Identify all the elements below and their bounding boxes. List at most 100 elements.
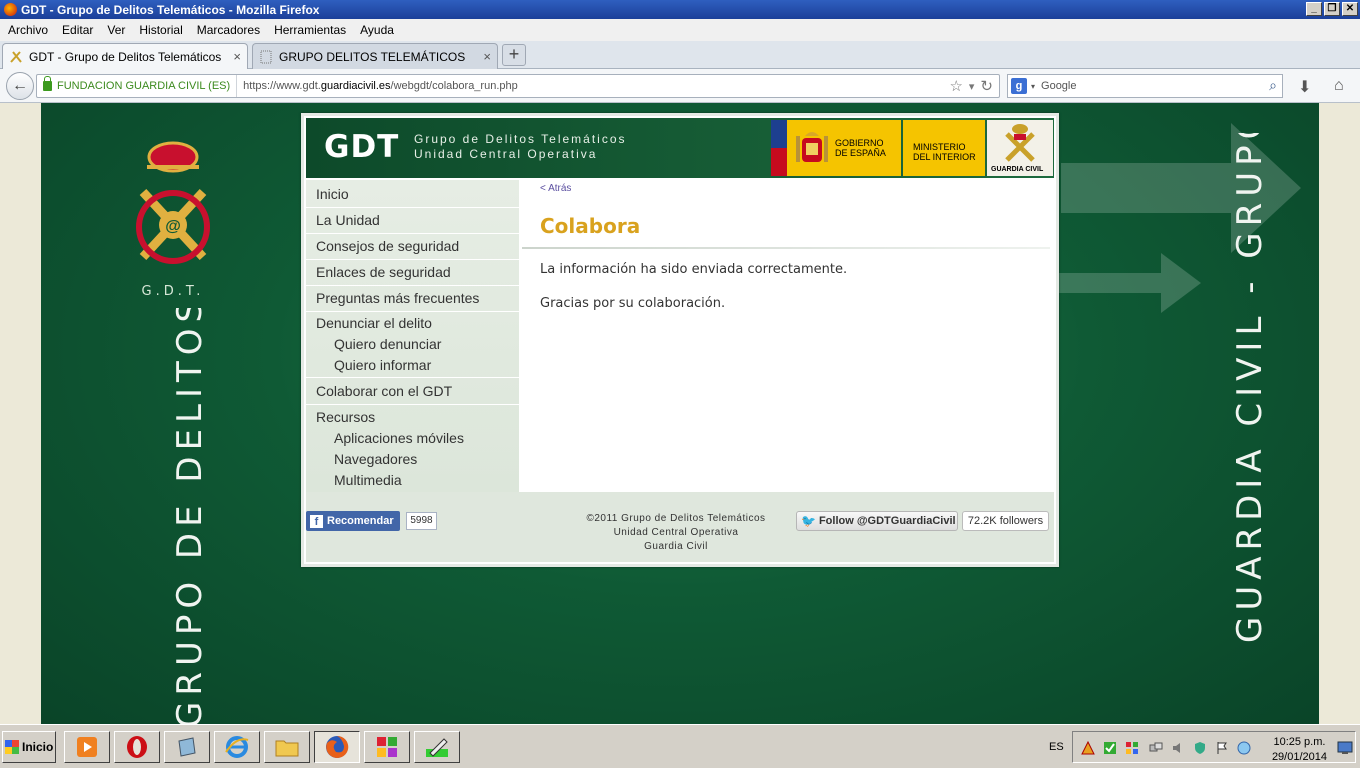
menu-item-quiero-denunciar[interactable]: Quiero denunciar xyxy=(306,334,519,355)
menu-item-multimedia[interactable]: Multimedia xyxy=(306,470,519,491)
taskbar-editor[interactable] xyxy=(414,731,460,763)
show-desktop-icon[interactable] xyxy=(1337,741,1353,755)
restore-button[interactable]: ❐ xyxy=(1324,2,1340,16)
menu-bar: Archivo Editar Ver Historial Marcadores … xyxy=(0,19,1360,41)
firefox-icon xyxy=(4,3,17,16)
engine-dropdown-icon[interactable]: ▾ xyxy=(1031,82,1035,91)
menu-ayuda[interactable]: Ayuda xyxy=(360,23,394,37)
network-icon[interactable] xyxy=(1149,741,1163,755)
navigation-bar: ← FUNDACION GUARDIA CIVIL (ES) https://w… xyxy=(0,69,1360,103)
twitter-follow-label: Follow @GDTGuardiaCivil xyxy=(818,515,956,527)
menu-item-aplicaciones[interactable]: Aplicaciones móviles xyxy=(306,428,519,449)
gobierno-line2: DE ESPAÑA xyxy=(835,148,886,158)
system-tray: 10:25 p.m. 29/01/2014 xyxy=(1072,731,1356,763)
window-title: GDT - Grupo de Delitos Telemáticos - Moz… xyxy=(21,2,320,17)
taskbar-internet-explorer[interactable] xyxy=(214,731,260,763)
menu-marcadores[interactable]: Marcadores xyxy=(197,23,260,37)
url-bar[interactable]: FUNDACION GUARDIA CIVIL (ES) https://www… xyxy=(36,74,1000,98)
search-placeholder: Google xyxy=(1041,80,1077,92)
menu-item-denunciar[interactable]: Denunciar el delito xyxy=(306,313,519,334)
blank-page-icon xyxy=(260,50,272,63)
site-identity[interactable]: FUNDACION GUARDIA CIVIL (ES) xyxy=(37,75,238,97)
search-bar[interactable]: g ▾ Google ⌕ xyxy=(1007,74,1283,98)
twitter-followers-count[interactable]: 72.2K followers xyxy=(962,511,1049,531)
google-engine-icon[interactable]: g xyxy=(1011,78,1027,94)
back-arrow-icon: ← xyxy=(12,77,28,94)
minimize-button[interactable]: _ xyxy=(1306,2,1322,16)
menu-item-enlaces[interactable]: Enlaces de seguridad xyxy=(306,260,519,286)
home-icon[interactable]: ⌂ xyxy=(1334,77,1344,95)
header-subtitle: Grupo de Delitos Telemáticos Unidad Cent… xyxy=(414,132,627,162)
taskbar-opera[interactable] xyxy=(114,731,160,763)
guardia-civil-logo[interactable]: GUARDIA CIVIL xyxy=(987,120,1053,176)
update-icon[interactable] xyxy=(1103,741,1117,755)
security-shield-icon[interactable] xyxy=(1193,741,1207,755)
app-tray-icon[interactable] xyxy=(1125,741,1139,755)
menu-item-consejos[interactable]: Consejos de seguridad xyxy=(306,234,519,260)
site-header: GDT Grupo de Delitos Telemáticos Unidad … xyxy=(306,118,1054,178)
gdt-emblem-label: G.D.T. xyxy=(142,284,205,297)
menu-editar[interactable]: Editar xyxy=(62,23,93,37)
gdt-logo[interactable]: GDT xyxy=(324,129,399,165)
copyright-line2: Unidad Central Operativa xyxy=(613,527,739,538)
volume-icon[interactable] xyxy=(1171,741,1185,755)
tab-label: GDT - Grupo de Delitos Telemáticos xyxy=(29,49,222,64)
tab-gdt[interactable]: GDT - Grupo de Delitos Telemáticos × xyxy=(2,43,248,69)
menu-item-colaborar[interactable]: Colaborar con el GDT xyxy=(306,379,519,405)
tab-close-icon[interactable]: × xyxy=(483,49,491,64)
menu-item-quiero-informar[interactable]: Quiero informar xyxy=(306,355,519,378)
svg-text:GUARDIA CIVIL - GRUPO DE DELIT: GUARDIA CIVIL - GRUPO DE DELITOS TELEMÁT… xyxy=(1229,133,1270,643)
ministerio-interior-logo[interactable]: MINISTERIO DEL INTERIOR xyxy=(903,120,985,176)
close-button[interactable]: ✕ xyxy=(1342,2,1358,16)
page-viewport: @ G.D.T. GRUPO DE DELITOS TELEMÁTICOS - … xyxy=(0,103,1360,724)
taskbar-media-player[interactable] xyxy=(64,731,110,763)
menu-herramientas[interactable]: Herramientas xyxy=(274,23,346,37)
menu-item-preguntas[interactable]: Preguntas más frecuentes xyxy=(306,286,519,312)
globe-icon[interactable] xyxy=(1237,741,1251,755)
twitter-bird-icon: 🐦 xyxy=(801,514,816,528)
window-titlebar: GDT - Grupo de Delitos Telemáticos - Moz… xyxy=(0,0,1360,19)
facebook-recommend-button[interactable]: f Recomendar xyxy=(306,511,400,531)
dropdown-arrow-icon[interactable]: ▾ xyxy=(969,80,975,95)
new-tab-button[interactable]: + xyxy=(502,44,526,66)
tab-grupo-delitos[interactable]: GRUPO DELITOS TELEMÁTICOS × xyxy=(252,43,498,69)
menu-archivo[interactable]: Archivo xyxy=(8,23,48,37)
reload-icon[interactable]: ↻ xyxy=(980,77,993,95)
url-path: /webgdt/colabora_run.php xyxy=(390,80,518,92)
copyright: ©2011 Grupo de Delitos Telemáticos Unida… xyxy=(546,512,806,554)
taskbar-notebook[interactable] xyxy=(164,731,210,763)
bookmark-star-icon[interactable]: ☆ xyxy=(949,77,962,95)
vertical-text-right: GUARDIA CIVIL - GRUPO DE DELITOS TELEMÁT… xyxy=(1229,133,1270,643)
taskbar-firefox[interactable] xyxy=(314,731,360,763)
menu-item-inicio[interactable]: Inicio xyxy=(306,182,519,208)
twitter-follow-button[interactable]: 🐦 Follow @GDTGuardiaCivil xyxy=(796,511,958,531)
guardia-civil-emblem-icon: @ G.D.T. xyxy=(136,141,210,297)
menu-item-navegadores[interactable]: Navegadores xyxy=(306,449,519,470)
menu-historial[interactable]: Historial xyxy=(139,23,182,37)
menu-item-recursos[interactable]: Recursos xyxy=(306,407,519,428)
menu-item-la-unidad[interactable]: La Unidad xyxy=(306,208,519,234)
clock[interactable]: 10:25 p.m. 29/01/2014 xyxy=(1272,735,1327,765)
search-icon[interactable]: ⌕ xyxy=(1269,77,1277,94)
taskbar-explorer[interactable] xyxy=(264,731,310,763)
opera-icon xyxy=(127,736,147,758)
tab-bar: GDT - Grupo de Delitos Telemáticos × GRU… xyxy=(0,41,1360,69)
eu-flag-icon xyxy=(771,120,787,176)
taskbar-app-grid[interactable] xyxy=(364,731,410,763)
downloads-icon[interactable]: ⬇ xyxy=(1298,77,1311,97)
title-divider xyxy=(522,247,1050,249)
menu-ver[interactable]: Ver xyxy=(107,23,125,37)
antivirus-icon[interactable] xyxy=(1081,741,1095,755)
facebook-recommend-label: Recomendar xyxy=(327,515,394,527)
back-button[interactable]: ← xyxy=(6,72,34,100)
pencil-icon xyxy=(426,738,448,757)
url-text[interactable]: https://www.gdt.guardiacivil.es/webgdt/c… xyxy=(237,80,518,92)
start-button[interactable]: Inicio xyxy=(2,731,56,763)
facebook-count: 5998 xyxy=(406,512,437,530)
back-link[interactable]: < Atrás xyxy=(540,183,571,194)
language-indicator[interactable]: ES xyxy=(1049,741,1064,753)
flag-icon[interactable] xyxy=(1215,741,1229,755)
tab-close-icon[interactable]: × xyxy=(233,49,241,64)
spain-coat-of-arms-icon xyxy=(796,132,828,162)
gobierno-espana-logo[interactable]: GOBIERNO DE ESPAÑA xyxy=(771,120,901,176)
